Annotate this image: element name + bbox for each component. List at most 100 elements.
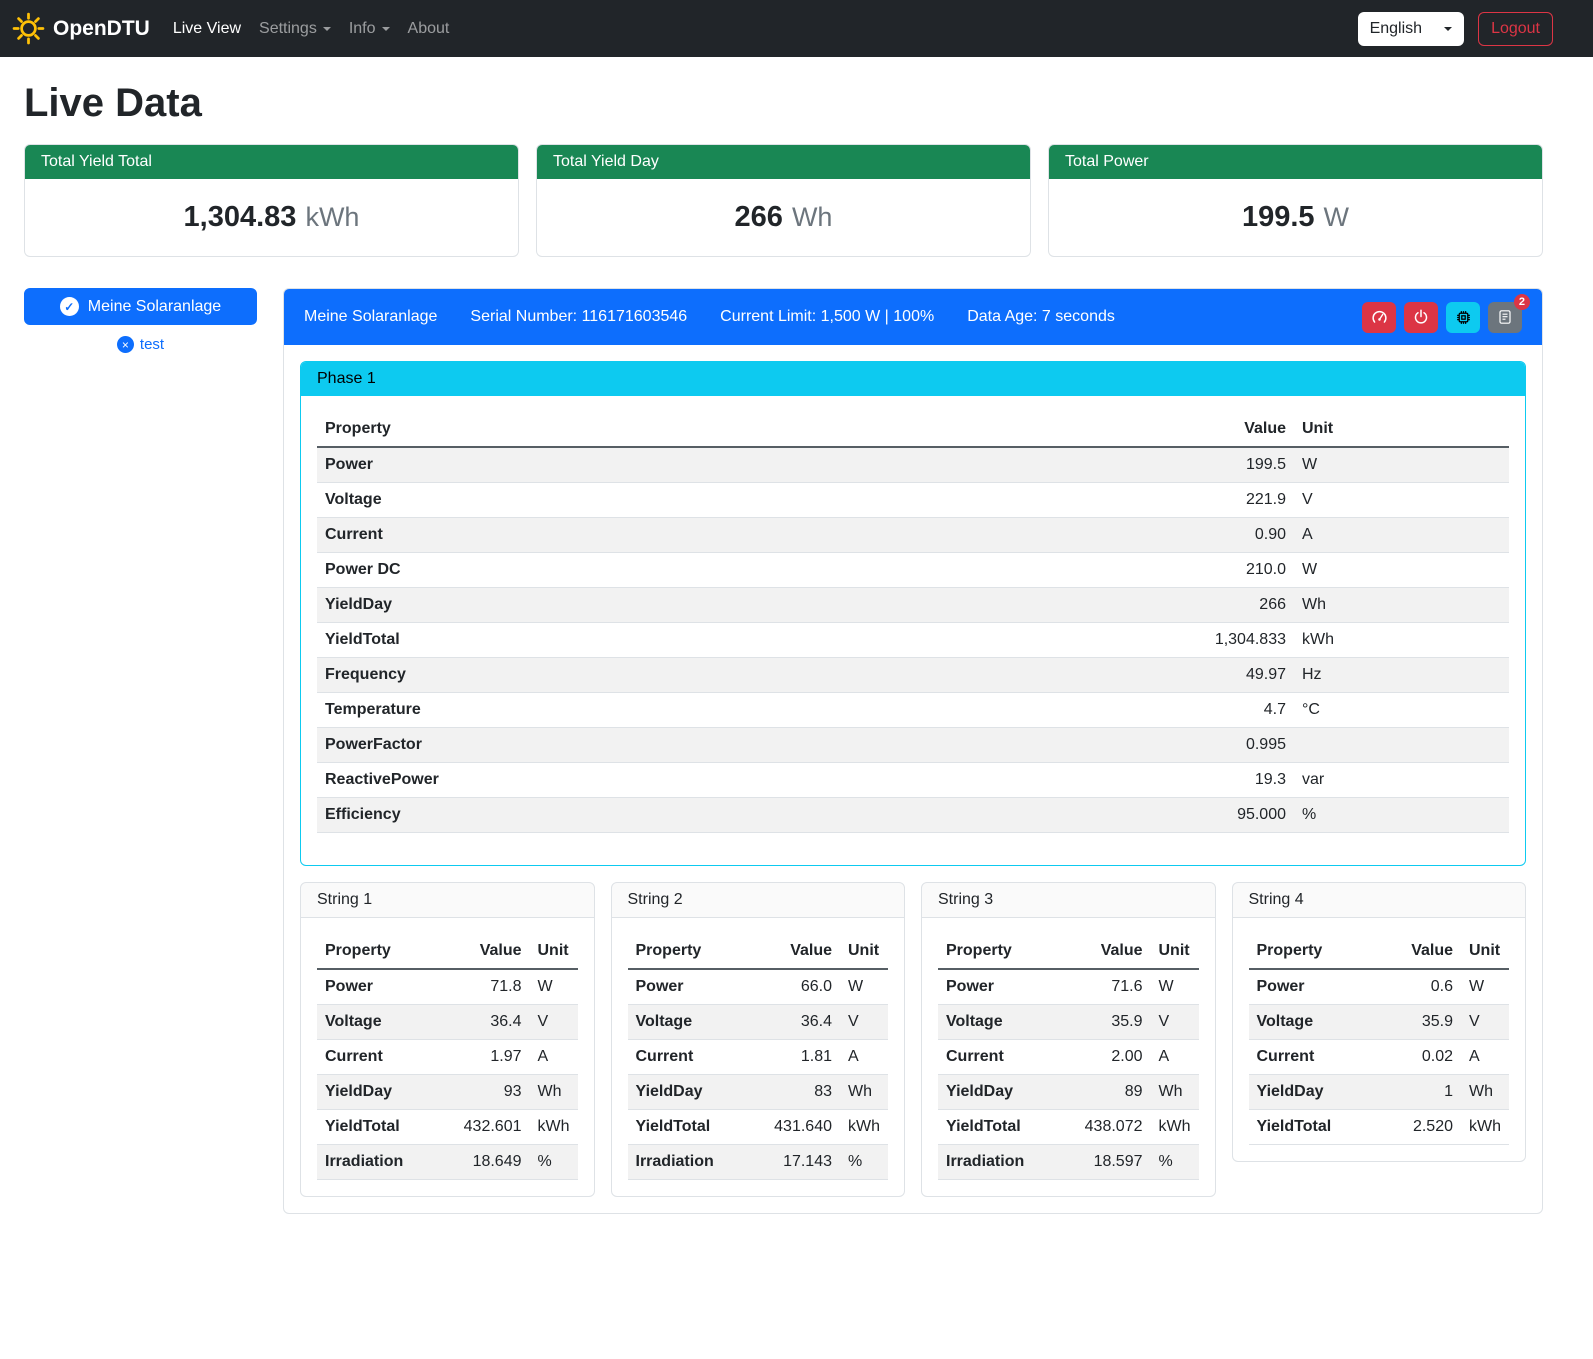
event-log-button[interactable]: 2 bbox=[1488, 302, 1522, 333]
inverter-select-button[interactable]: ✓ Meine Solaranlage bbox=[24, 288, 257, 325]
string-title: String 4 bbox=[1233, 883, 1526, 918]
table-row: Temperature 4.7 °C bbox=[317, 693, 1509, 728]
card-title: Total Yield Total bbox=[25, 145, 518, 179]
table-row: Current 2.00 A bbox=[938, 1040, 1199, 1075]
string-title: String 1 bbox=[301, 883, 594, 918]
table-row: Irradiation 17.143 % bbox=[628, 1145, 889, 1180]
table-row: YieldDay 89 Wh bbox=[938, 1075, 1199, 1110]
string-title: String 2 bbox=[612, 883, 905, 918]
phase-table: Property Value Unit Power bbox=[317, 412, 1509, 833]
language-value: English bbox=[1370, 20, 1422, 38]
string-4-card: String 4 Property Value Unit bbox=[1232, 882, 1527, 1162]
table-row: YieldTotal 438.072 kWh bbox=[938, 1110, 1199, 1145]
inverter-card-body: Phase 1 Property Value Unit bbox=[284, 345, 1542, 1213]
column-property: Property bbox=[317, 412, 1154, 447]
sun-icon bbox=[12, 12, 45, 45]
table-row: Frequency 49.97 Hz bbox=[317, 658, 1509, 693]
tag-label: test bbox=[140, 336, 164, 353]
power-toggle-button[interactable] bbox=[1404, 302, 1438, 333]
table-row: YieldTotal 1,304.833 kWh bbox=[317, 623, 1509, 658]
table-header-row: Property Value Unit bbox=[317, 934, 578, 969]
table-row: Power DC 210.0 W bbox=[317, 553, 1509, 588]
card-title: Total Power bbox=[1049, 145, 1542, 179]
table-row: Power 0.6 W bbox=[1249, 969, 1510, 1005]
table-row: Power 71.6 W bbox=[938, 969, 1199, 1005]
limit-settings-button[interactable] bbox=[1362, 302, 1396, 333]
brand-label: OpenDTU bbox=[53, 17, 150, 41]
table-row: Voltage 221.9 V bbox=[317, 483, 1509, 518]
table-row: Efficiency 95.000 % bbox=[317, 798, 1509, 833]
column-value: Value bbox=[1154, 412, 1294, 447]
card-unit: Wh bbox=[792, 202, 833, 232]
navbar-right: English Logout bbox=[1358, 12, 1553, 46]
inverter-limit: Current Limit: 1,500 W | 100% bbox=[720, 308, 934, 326]
table-row: Voltage 35.9 V bbox=[1249, 1005, 1510, 1040]
page-title: Live Data bbox=[24, 81, 1543, 126]
table-row: Current 0.90 A bbox=[317, 518, 1509, 553]
card-title: Total Yield Day bbox=[537, 145, 1030, 179]
total-power-card: Total Power 199.5W bbox=[1048, 144, 1543, 257]
string-4-table: Property Value Unit Power bbox=[1249, 934, 1510, 1145]
table-row: YieldTotal 2.520 kWh bbox=[1249, 1110, 1510, 1145]
card-value: 1,304.83 bbox=[184, 201, 297, 233]
x-circle-icon[interactable]: × bbox=[117, 336, 134, 353]
navbar: OpenDTU Live View Settings Info About En… bbox=[0, 0, 1593, 57]
inverter-card-header: Meine Solaranlage Serial Number: 1161716… bbox=[284, 289, 1542, 345]
table-row: YieldDay 93 Wh bbox=[317, 1075, 578, 1110]
table-row: Power 199.5 W bbox=[317, 447, 1509, 483]
table-row: Current 0.02 A bbox=[1249, 1040, 1510, 1075]
inverter-card: Meine Solaranlage Serial Number: 1161716… bbox=[283, 288, 1543, 1214]
summary-cards: Total Yield Total 1,304.83 kWh Total Yiel… bbox=[24, 144, 1543, 257]
table-row: ReactivePower 19.3 var bbox=[317, 763, 1509, 798]
table-row: Irradiation 18.649 % bbox=[317, 1145, 578, 1180]
string-1-table: Property Value Unit Power bbox=[317, 934, 578, 1180]
tag-filter[interactable]: × test bbox=[24, 336, 257, 353]
inverter-actions: 2 bbox=[1362, 302, 1522, 333]
language-select[interactable]: English bbox=[1358, 12, 1464, 46]
table-row: Voltage 36.4 V bbox=[317, 1005, 578, 1040]
total-yield-total-card: Total Yield Total 1,304.83 kWh bbox=[24, 144, 519, 257]
table-row: Power 66.0 W bbox=[628, 969, 889, 1005]
string-2-card: String 2 Property Value Unit bbox=[611, 882, 906, 1197]
phase-card: Phase 1 Property Value Unit bbox=[300, 361, 1526, 866]
table-row: YieldTotal 431.640 kWh bbox=[628, 1110, 889, 1145]
string-2-table: Property Value Unit Power bbox=[628, 934, 889, 1180]
table-row: YieldDay 266 Wh bbox=[317, 588, 1509, 623]
table-row: Voltage 36.4 V bbox=[628, 1005, 889, 1040]
nav-item-live-view[interactable]: Live View bbox=[164, 12, 250, 46]
chevron-down-icon bbox=[1444, 27, 1452, 31]
power-icon bbox=[1413, 309, 1429, 325]
table-row: PowerFactor 0.995 bbox=[317, 728, 1509, 763]
card-unit: W bbox=[1324, 202, 1349, 232]
inverter-sidebar: ✓ Meine Solaranlage × test bbox=[24, 288, 257, 353]
speedometer-icon bbox=[1371, 309, 1388, 326]
nav-items: Live View Settings Info About bbox=[164, 12, 459, 46]
chevron-down-icon bbox=[323, 27, 331, 31]
cpu-icon bbox=[1455, 309, 1472, 326]
device-info-button[interactable] bbox=[1446, 302, 1480, 333]
table-row: YieldTotal 432.601 kWh bbox=[317, 1110, 578, 1145]
inverter-data-age: Data Age: 7 seconds bbox=[967, 308, 1115, 326]
inverter-serial: Serial Number: 116171603546 bbox=[470, 308, 687, 326]
total-yield-day-card: Total Yield Day 266Wh bbox=[536, 144, 1031, 257]
phase-title: Phase 1 bbox=[301, 362, 1525, 396]
strings-row: String 1 Property Value Unit bbox=[300, 882, 1526, 1197]
table-header-row: Property Value Unit bbox=[628, 934, 889, 969]
table-header-row: Property Value Unit bbox=[317, 412, 1509, 447]
table-row: Current 1.97 A bbox=[317, 1040, 578, 1075]
card-unit: kWh bbox=[305, 202, 359, 232]
nav-item-about[interactable]: About bbox=[399, 12, 459, 46]
table-row: YieldDay 1 Wh bbox=[1249, 1075, 1510, 1110]
brand[interactable]: OpenDTU bbox=[12, 12, 150, 45]
nav-item-info[interactable]: Info bbox=[340, 12, 399, 46]
nav-item-settings[interactable]: Settings bbox=[250, 12, 340, 46]
column-unit: Unit bbox=[1294, 412, 1509, 447]
event-count-badge: 2 bbox=[1514, 294, 1530, 310]
check-circle-icon: ✓ bbox=[60, 297, 79, 316]
table-row: Voltage 35.9 V bbox=[938, 1005, 1199, 1040]
logout-button[interactable]: Logout bbox=[1478, 12, 1553, 46]
journal-icon bbox=[1497, 309, 1513, 325]
string-title: String 3 bbox=[922, 883, 1215, 918]
table-header-row: Property Value Unit bbox=[938, 934, 1199, 969]
page: Live Data Total Yield Total 1,304.83 kWh … bbox=[0, 57, 1593, 1238]
